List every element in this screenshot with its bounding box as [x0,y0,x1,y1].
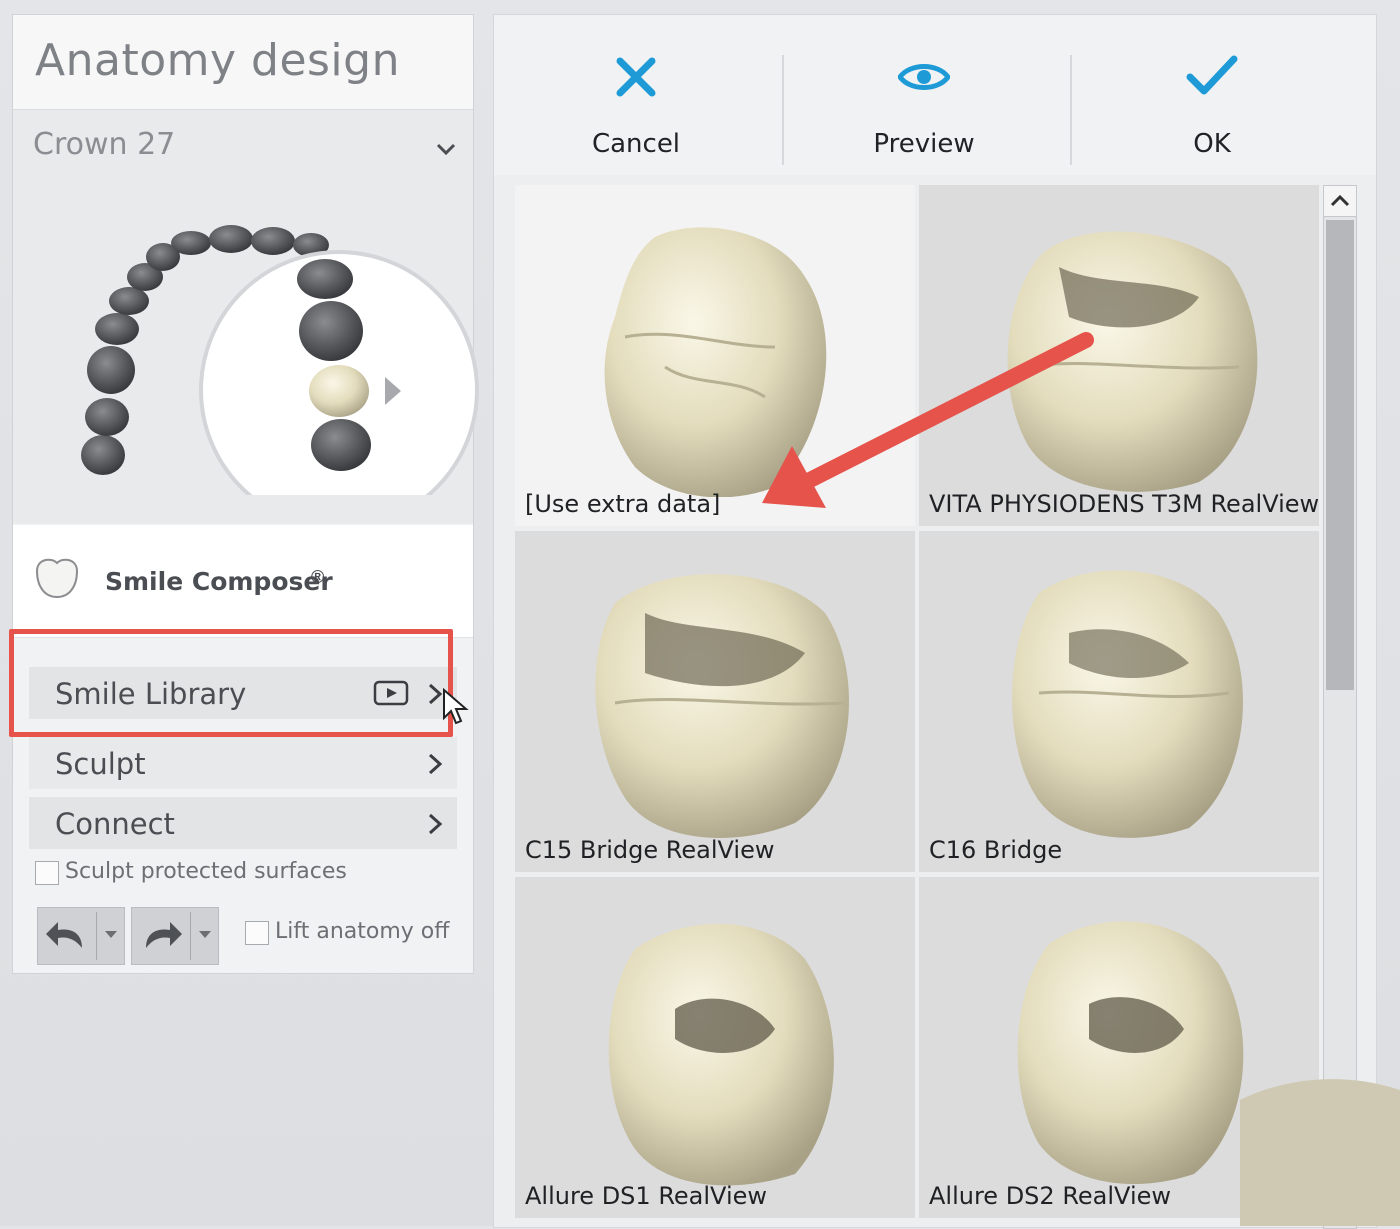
library-tile[interactable]: C16 Bridge [919,531,1319,872]
tooth-model-image [1012,570,1243,838]
eye-icon [898,64,950,90]
library-tile[interactable]: [Use extra data] [515,185,915,526]
close-icon [616,57,656,97]
redo-button[interactable] [131,907,219,965]
registered-mark: ® [311,567,325,587]
smile-composer-row[interactable]: Smile Composer ® [13,525,473,638]
smile-library-menu-item[interactable]: Smile Library [29,667,457,719]
crown-dropdown[interactable]: Crown 27 [33,127,458,167]
crown-dropdown-value: Crown 27 [33,127,176,162]
tooth-chart[interactable] [73,205,483,495]
page-title: Anatomy design [35,35,400,86]
undo-separator [96,912,97,960]
tile-label: Allure DS2 RealView [929,1182,1172,1210]
title-bar: Anatomy design [13,15,473,110]
anatomy-design-panel: Anatomy design Crown 27 Smile Composer ®… [12,14,479,974]
preview-label: Preview [873,129,975,159]
tile-label: C16 Bridge [929,836,1063,864]
video-icon[interactable] [373,680,409,706]
chevron-right-icon [428,753,443,775]
cancel-button[interactable]: Cancel [506,31,766,165]
smile-library-gallery: [Use extra data] VITA PHYSIODENS T3M Rea… [515,185,1321,1227]
chevron-up-icon [1330,194,1350,207]
chevron-down-icon [436,143,456,156]
undo-icon [46,922,82,948]
sculpt-label: Sculpt [55,747,146,781]
scroll-up-button[interactable] [1324,186,1356,217]
tooth-icon [35,558,79,599]
undo-button[interactable] [37,907,125,965]
tooth-model-image [608,923,834,1186]
sculpt-protected-checkbox[interactable] [35,861,59,885]
ok-label: OK [1193,129,1231,159]
tooth-model-image [1007,231,1258,492]
tooth-model-image [604,227,827,497]
checkmark-icon [1186,55,1238,95]
scroll-thumb[interactable] [1326,220,1354,690]
mouse-cursor-icon [443,688,469,725]
redo-icon [146,922,182,948]
selected-tooth [309,365,369,417]
redo-separator [190,912,191,960]
library-tile[interactable]: C15 Bridge RealView [515,531,915,872]
tooth-model-image [595,574,849,838]
tile-label: VITA PHYSIODENS T3M RealView [929,490,1319,518]
ok-button[interactable]: OK [1082,31,1342,165]
library-tile[interactable]: Allure DS1 RealView [515,877,915,1218]
sculpt-protected-label: Sculpt protected surfaces [65,859,347,884]
dropdown-arrow-icon[interactable] [104,930,118,940]
background-model [1240,1079,1400,1226]
preview-button[interactable]: Preview [794,31,1054,165]
dropdown-arrow-icon[interactable] [198,930,212,940]
sculpt-menu-item[interactable]: Sculpt [29,737,457,789]
smile-composer-label: Smile Composer [105,567,333,596]
library-panel: Cancel Preview OK [Use extra data] VITA … [493,14,1377,1229]
smile-library-label: Smile Library [55,677,247,711]
lift-anatomy-label: Lift anatomy off [275,919,450,944]
chevron-right-icon [428,813,443,835]
cancel-label: Cancel [591,129,681,159]
tooth-model-image [1017,921,1244,1184]
connect-label: Connect [55,807,175,841]
tile-label: C15 Bridge RealView [525,836,775,864]
library-tile[interactable]: VITA PHYSIODENS T3M RealView [919,185,1319,526]
tile-label: Allure DS1 RealView [525,1182,768,1210]
toolbar-divider [1070,55,1072,165]
tile-label: [Use extra data] [525,490,721,518]
connect-menu-item[interactable]: Connect [29,797,457,849]
toolbar-divider [782,55,784,165]
toolbar: Cancel Preview OK [494,15,1376,175]
lift-anatomy-checkbox[interactable] [245,921,269,945]
